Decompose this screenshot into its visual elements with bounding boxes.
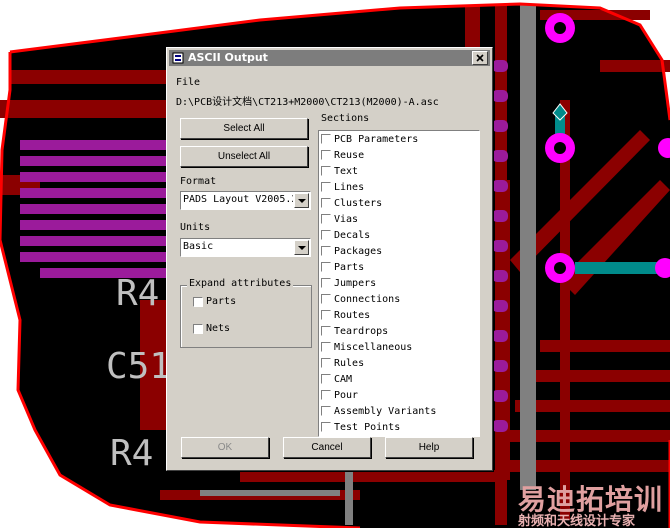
section-label: Routes [334, 309, 371, 321]
sections-label: Sections [321, 113, 370, 124]
checkbox-box[interactable] [193, 323, 203, 334]
expand-attributes-group [180, 285, 312, 348]
format-value: PADS Layout V2005.2 [183, 194, 293, 205]
checkbox-box[interactable] [321, 182, 331, 192]
checkbox-box[interactable] [321, 406, 331, 416]
checkbox-box[interactable] [321, 310, 331, 320]
section-checkbox-item[interactable]: Test Points [321, 420, 400, 434]
section-checkbox-item[interactable]: Routes [321, 308, 370, 322]
section-label: Lines [334, 181, 365, 193]
section-label: CAM [334, 373, 353, 385]
units-label: Units [180, 222, 211, 233]
section-checkbox-item[interactable]: Miscellaneous [321, 340, 412, 354]
pcb-label-r4-bottom: R4 [110, 433, 153, 474]
checkbox-box[interactable] [321, 358, 331, 368]
checkbox-box[interactable] [321, 134, 331, 144]
chevron-down-icon[interactable] [294, 193, 309, 208]
checkbox-box[interactable] [321, 390, 331, 400]
checkbox-box[interactable] [321, 214, 331, 224]
section-label: Assembly Variants [334, 405, 437, 417]
checkbox-box[interactable] [321, 278, 331, 288]
section-checkbox-item[interactable]: CAM [321, 372, 352, 386]
section-label: Test Points [334, 421, 401, 433]
close-button[interactable] [472, 51, 488, 65]
section-label: Teardrops [334, 325, 389, 337]
section-checkbox-item[interactable]: Lines [321, 180, 364, 194]
format-select[interactable]: PADS Layout V2005.2 [180, 191, 311, 210]
section-label: Connections [334, 293, 401, 305]
checkbox-box[interactable] [321, 230, 331, 240]
section-checkbox-item[interactable]: Rules [321, 356, 364, 370]
expand-attributes-label: Expand attributes [187, 278, 294, 289]
pcb-label-c51: C51 [106, 346, 171, 387]
expand-parts-checkbox[interactable]: Parts [193, 296, 236, 307]
section-checkbox-item[interactable]: Assembly Variants [321, 404, 436, 418]
checkbox-box[interactable] [321, 422, 331, 432]
ok-button[interactable]: OK [181, 437, 269, 458]
section-label: Pour [334, 389, 359, 401]
app-icon [172, 52, 184, 64]
section-label: PCB Parameters [334, 133, 419, 145]
section-checkbox-item[interactable]: Reuse [321, 148, 364, 162]
close-icon [476, 54, 484, 62]
units-value: Basic [183, 241, 214, 252]
checkbox-box[interactable] [321, 326, 331, 336]
checkbox-box[interactable] [321, 342, 331, 352]
select-all-button[interactable]: Select All [180, 118, 308, 139]
section-checkbox-item[interactable]: Jumpers [321, 276, 376, 290]
section-checkbox-item[interactable]: Parts [321, 260, 364, 274]
checkbox-box[interactable] [193, 296, 203, 307]
section-checkbox-item[interactable]: Pour [321, 388, 358, 402]
units-select[interactable]: Basic [180, 238, 311, 257]
format-label: Format [180, 176, 217, 187]
cancel-button[interactable]: Cancel [283, 437, 371, 458]
section-checkbox-item[interactable]: Vias [321, 212, 358, 226]
checkbox-box[interactable] [321, 294, 331, 304]
pcb-label-r4-top: R4 [116, 273, 159, 314]
file-path: D:\PCB设计文档\CT213+M2000\CT213(M2000)-A.as… [176, 97, 439, 108]
section-label: Packages [334, 245, 383, 257]
section-checkbox-item[interactable]: Packages [321, 244, 382, 258]
checkbox-box[interactable] [321, 166, 331, 176]
title-bar[interactable]: ASCII Output [169, 50, 490, 66]
section-checkbox-item[interactable]: Decals [321, 228, 370, 242]
sections-list[interactable]: PCB Parameters Reuse Text Lines Clusters Vias… [318, 130, 480, 437]
checkbox-box[interactable] [321, 374, 331, 384]
section-label: Jumpers [334, 277, 377, 289]
checkbox-box[interactable] [321, 150, 331, 160]
section-label: Reuse [334, 149, 365, 161]
section-label: Miscellaneous [334, 341, 413, 353]
expand-nets-checkbox[interactable]: Nets [193, 323, 230, 334]
checkbox-box[interactable] [321, 198, 331, 208]
section-label: Vias [334, 213, 359, 225]
section-label: Rules [334, 357, 365, 369]
watermark-subtitle: 射频和天线设计专家 [518, 514, 636, 529]
section-label: Clusters [334, 197, 383, 209]
window-title: ASCII Output [188, 51, 268, 64]
section-label: Text [334, 165, 359, 177]
file-label: File [176, 77, 201, 88]
section-label: Parts [334, 261, 365, 273]
section-checkbox-item[interactable]: Connections [321, 292, 400, 306]
checkbox-box[interactable] [321, 246, 331, 256]
ascii-output-dialog: ASCII Output File D:\PCB设计文档\CT213+M2000… [166, 47, 493, 471]
section-checkbox-item[interactable]: Clusters [321, 196, 382, 210]
section-checkbox-item[interactable]: Text [321, 164, 358, 178]
help-button[interactable]: Help [385, 437, 473, 458]
section-label: Decals [334, 229, 371, 241]
chevron-down-icon[interactable] [294, 240, 309, 255]
unselect-all-button[interactable]: Unselect All [180, 146, 308, 167]
section-checkbox-item[interactable]: PCB Parameters [321, 132, 418, 146]
checkbox-box[interactable] [321, 262, 331, 272]
section-checkbox-item[interactable]: Teardrops [321, 324, 388, 338]
